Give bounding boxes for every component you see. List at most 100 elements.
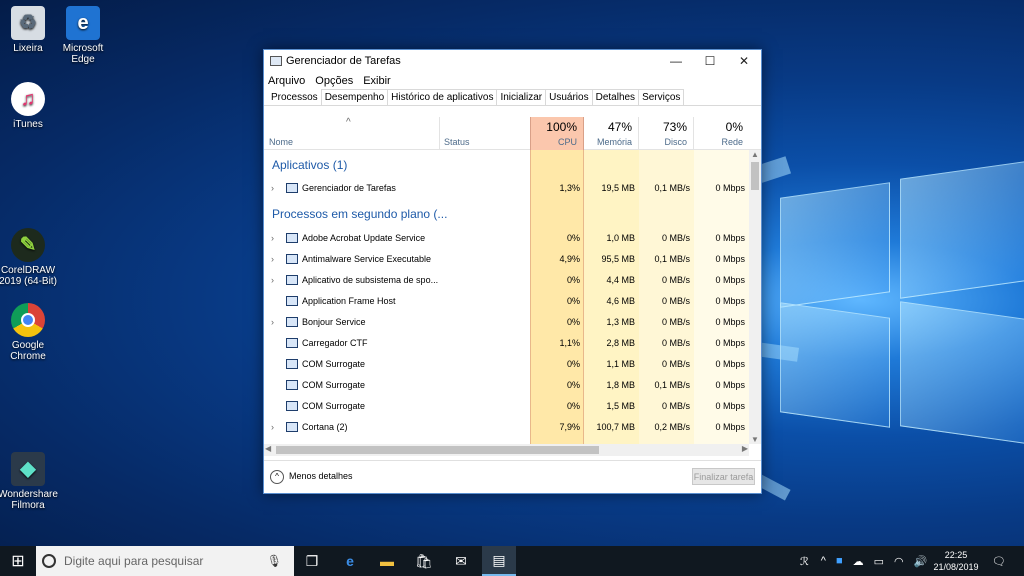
process-network: 0 Mbps bbox=[715, 379, 745, 390]
process-cpu: 0% bbox=[566, 358, 580, 369]
menu-arquivo[interactable]: Arquivo bbox=[268, 75, 305, 87]
process-network: 0 Mbps bbox=[715, 274, 745, 285]
expand-chevron-icon[interactable]: › bbox=[271, 183, 274, 193]
scrollbar-thumb[interactable] bbox=[751, 162, 759, 190]
store-icon[interactable]: 🛍 bbox=[414, 551, 434, 571]
task-manager-icon bbox=[270, 56, 282, 66]
maximize-button[interactable]: ☐ bbox=[693, 50, 727, 72]
desktop-icon-label: iTunes bbox=[13, 119, 43, 130]
window-title: Gerenciador de Tarefas bbox=[286, 55, 401, 67]
column-status[interactable]: Status bbox=[440, 117, 530, 150]
app-tray-icon[interactable]: ■ bbox=[836, 555, 843, 567]
action-center-icon[interactable]: 🗨 bbox=[992, 546, 1006, 576]
process-row[interactable]: Application Frame Host 0% 4,6 MB 0 MB/s 0 Mb… bbox=[264, 290, 749, 311]
logo-pane bbox=[900, 161, 1024, 299]
scroll-up-icon[interactable]: ▲ bbox=[751, 150, 759, 159]
column-disk[interactable]: 73% Disco bbox=[639, 117, 694, 150]
less-details-link[interactable]: Menos detalhes bbox=[289, 471, 353, 481]
show-hidden-icons[interactable]: ^ bbox=[821, 555, 826, 567]
horizontal-scrollbar[interactable]: ◀ ▶ bbox=[264, 444, 749, 456]
volume-icon[interactable]: 🔊 bbox=[914, 555, 928, 568]
expand-chevron-icon[interactable]: › bbox=[271, 317, 274, 327]
process-row[interactable]: COM Surrogate 0% 1,1 MB 0 MB/s 0 Mbps bbox=[264, 353, 749, 374]
expand-chevron-icon[interactable]: › bbox=[271, 275, 274, 285]
scroll-left-icon[interactable]: ◀ bbox=[265, 444, 271, 453]
expand-chevron-icon[interactable]: › bbox=[271, 422, 274, 432]
tab-servicos[interactable]: Serviços bbox=[638, 89, 685, 105]
onedrive-icon[interactable]: ☁ bbox=[853, 555, 864, 568]
process-network: 0 Mbps bbox=[715, 358, 745, 369]
column-network[interactable]: 0% Rede bbox=[694, 117, 749, 150]
minimize-button[interactable]: — bbox=[659, 50, 693, 72]
process-row[interactable]: › Antimalware Service Executable 4,9% 95,5 … bbox=[264, 248, 749, 269]
process-disk: 0 MB/s bbox=[661, 274, 690, 285]
tab-desempenho[interactable]: Desempenho bbox=[320, 89, 389, 105]
process-row[interactable]: › Bonjour Service 0% 1,3 MB 0 MB/s 0 Mbps bbox=[264, 311, 749, 332]
search-box[interactable]: Digite aqui para pesquisar 🎙 bbox=[36, 546, 294, 576]
column-network-label: Rede bbox=[721, 137, 743, 147]
process-cpu: 4,9% bbox=[559, 253, 580, 264]
process-row[interactable]: COM Surrogate 0% 1,8 MB 0,1 MB/s 0 Mbps bbox=[264, 374, 749, 395]
people-icon[interactable]: ℛ bbox=[800, 555, 809, 568]
file-explorer-icon[interactable]: ▬ bbox=[377, 551, 397, 571]
desktop-icon-filmora[interactable]: ◆ Wondershare Filmora bbox=[0, 452, 60, 511]
edge-taskbar-icon[interactable]: e bbox=[340, 551, 360, 571]
tab-inicializar[interactable]: Inicializar bbox=[496, 89, 547, 105]
process-memory: 95,5 MB bbox=[601, 253, 635, 264]
collapse-icon[interactable]: ^ bbox=[270, 470, 284, 484]
vertical-scrollbar[interactable]: ▲ ▼ bbox=[749, 150, 761, 444]
desktop-icon-coreldraw[interactable]: ✎ CorelDRAW 2019 (64-Bit) bbox=[0, 228, 60, 287]
end-task-button[interactable]: Finalizar tarefa bbox=[692, 468, 755, 485]
desktop-icon-label: CorelDRAW bbox=[0, 265, 56, 276]
task-view-icon[interactable]: ❐ bbox=[302, 551, 322, 571]
title-bar[interactable]: Gerenciador de Tarefas — ☐ ✕ bbox=[264, 50, 761, 72]
process-disk: 0 MB/s bbox=[661, 358, 690, 369]
microphone-icon[interactable]: 🎙 bbox=[267, 554, 282, 568]
scroll-right-icon[interactable]: ▶ bbox=[742, 444, 748, 453]
tab-usuarios[interactable]: Usuários bbox=[545, 89, 593, 105]
process-row[interactable]: › Cortana (2) 7,9% 100,7 MB 0,2 MB/s 0 Mbps bbox=[264, 416, 749, 437]
desktop-icon-itunes[interactable]: ♫ iTunes bbox=[0, 82, 60, 130]
close-button[interactable]: ✕ bbox=[727, 50, 761, 72]
menu-exibir[interactable]: Exibir bbox=[363, 75, 391, 87]
mail-icon[interactable]: ✉ bbox=[451, 551, 471, 571]
process-network: 0 Mbps bbox=[715, 182, 745, 193]
process-disk: 0 MB/s bbox=[661, 400, 690, 411]
process-cpu: 0% bbox=[566, 274, 580, 285]
desktop-icon-chrome[interactable]: Google Chrome bbox=[0, 303, 60, 362]
process-row[interactable]: COM Surrogate 0% 1,5 MB 0 MB/s 0 Mbps bbox=[264, 395, 749, 416]
process-network: 0 Mbps bbox=[715, 232, 745, 243]
scroll-down-icon[interactable]: ▼ bbox=[751, 435, 759, 444]
process-row[interactable]: Carregador CTF 1,1% 2,8 MB 0 MB/s 0 Mbps bbox=[264, 332, 749, 353]
process-row[interactable]: › Adobe Acrobat Update Service 0% 1,0 MB 0 M… bbox=[264, 227, 749, 248]
process-icon bbox=[286, 379, 298, 390]
process-memory: 4,6 MB bbox=[606, 295, 635, 306]
process-name: COM Surrogate bbox=[302, 400, 366, 411]
clock[interactable]: 22:25 21/08/2019 bbox=[930, 546, 982, 576]
process-row[interactable]: › Aplicativo de subsistema de spo... 0% 4,4… bbox=[264, 269, 749, 290]
tab-detalhes[interactable]: Detalhes bbox=[591, 89, 640, 105]
task-manager-taskbar-icon[interactable]: ▤ bbox=[482, 546, 516, 576]
wifi-icon[interactable]: ◠ bbox=[894, 555, 904, 568]
expand-chevron-icon[interactable]: › bbox=[271, 233, 274, 243]
column-memory[interactable]: 47% Memória bbox=[584, 117, 639, 150]
column-cpu-label: CPU bbox=[557, 137, 577, 147]
menu-opcoes[interactable]: Opções bbox=[315, 75, 353, 87]
battery-icon[interactable]: ▭ bbox=[874, 555, 884, 568]
process-disk: 0,2 MB/s bbox=[654, 421, 690, 432]
desktop-icon-label: Filmora bbox=[11, 500, 45, 511]
desktop-icon-edge[interactable]: e Microsoft Edge bbox=[51, 6, 115, 65]
tab-historico[interactable]: Histórico de aplicativos bbox=[387, 89, 498, 105]
tab-processos[interactable]: Processos bbox=[267, 89, 322, 105]
search-placeholder: Digite aqui para pesquisar bbox=[64, 554, 204, 568]
expand-chevron-icon[interactable]: › bbox=[271, 254, 274, 264]
column-name[interactable]: ^ Nome bbox=[264, 117, 440, 150]
process-disk: 0 MB/s bbox=[661, 316, 690, 327]
process-icon bbox=[286, 295, 298, 306]
process-row[interactable]: › Gerenciador de Tarefas 1,3% 19,5 MB 0,1 MB… bbox=[264, 177, 749, 198]
process-name: Application Frame Host bbox=[302, 295, 396, 306]
start-icon[interactable]: ⊞ bbox=[8, 551, 28, 571]
scrollbar-thumb[interactable] bbox=[276, 446, 599, 454]
process-memory: 100,7 MB bbox=[596, 421, 635, 432]
column-cpu[interactable]: 100% CPU bbox=[530, 117, 584, 150]
